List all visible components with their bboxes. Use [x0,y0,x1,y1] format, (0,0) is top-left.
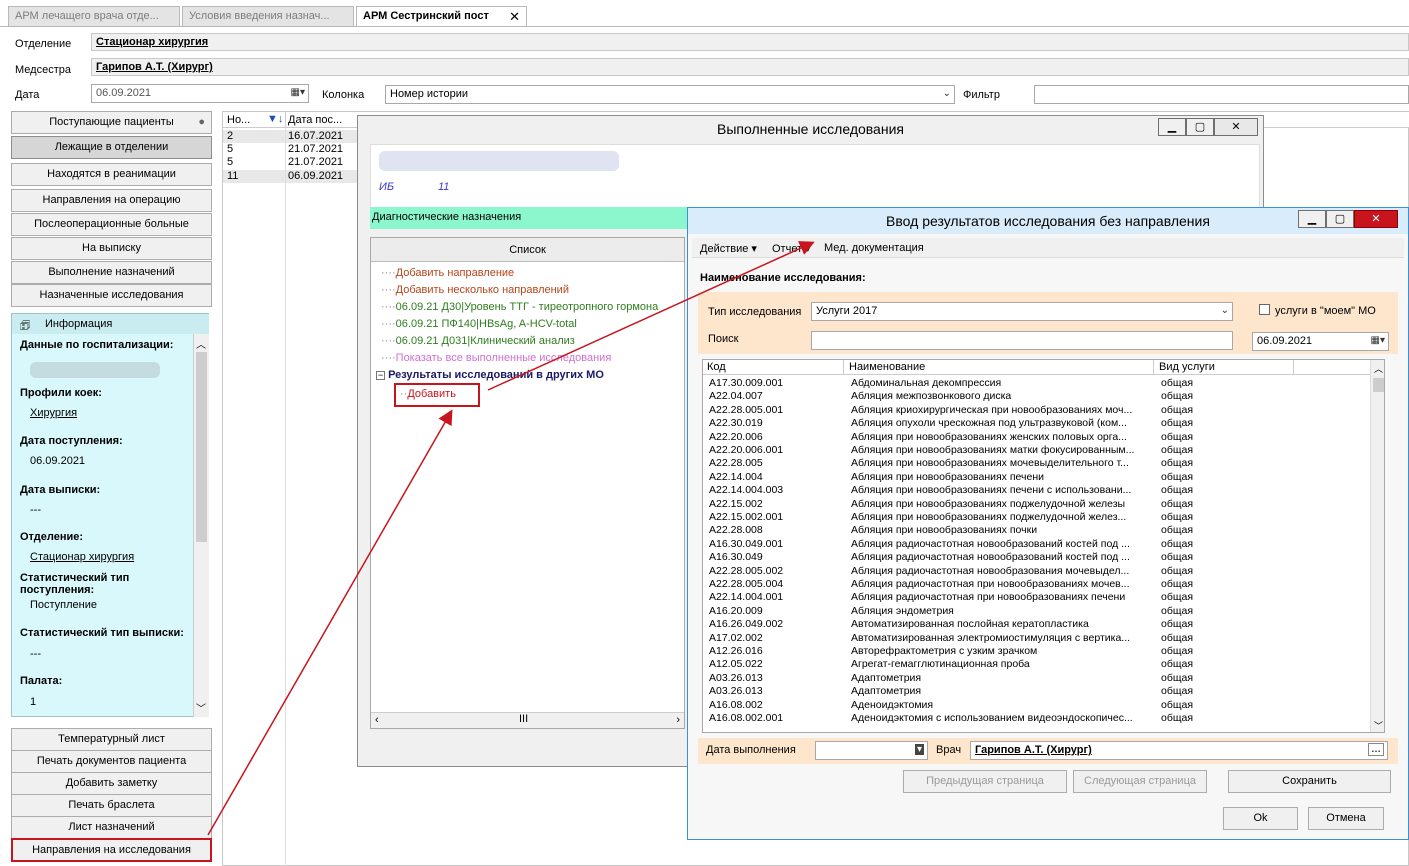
annotation-arrows [207,241,815,836]
arrow-to-window [487,241,815,391]
arrow-to-add [207,409,453,836]
